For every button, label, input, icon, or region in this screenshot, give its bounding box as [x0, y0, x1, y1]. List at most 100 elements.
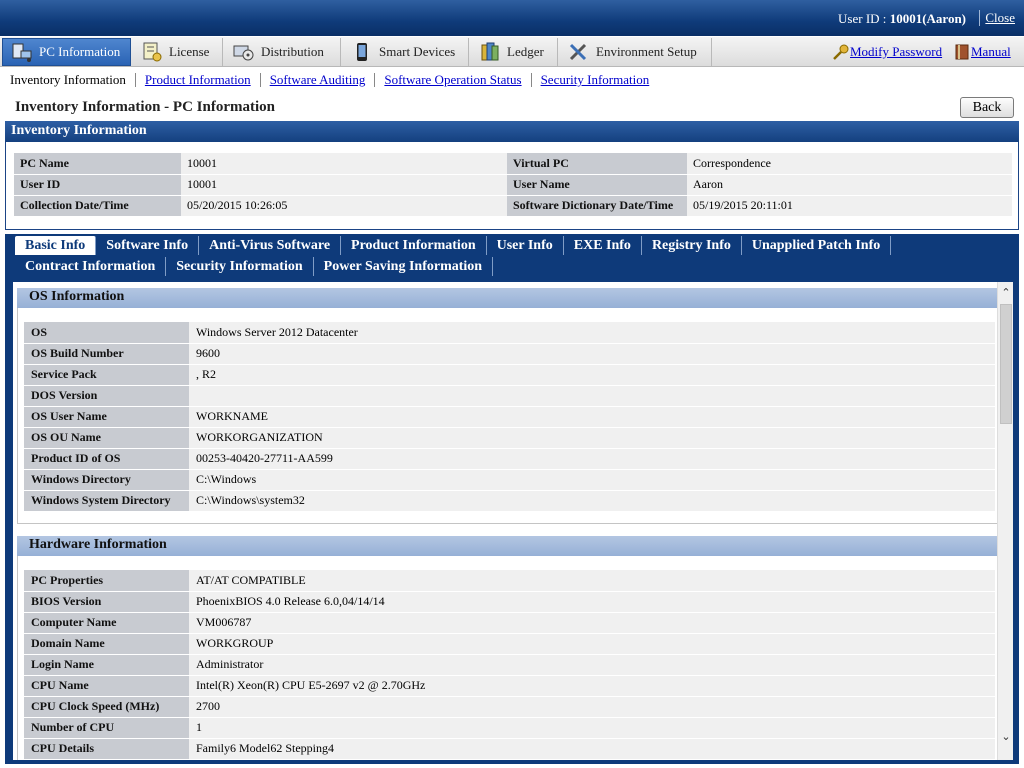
subnav-current: Inventory Information [10, 72, 126, 87]
inventory-table: PC Name 10001 Virtual PC Correspondence … [14, 153, 1012, 217]
hw-info-heading: Hardware Information [17, 536, 1000, 556]
field-value: VM006787 [189, 612, 995, 634]
field-value: Windows Server 2012 Datacenter [189, 322, 995, 344]
inventory-box: PC Name 10001 Virtual PC Correspondence … [5, 142, 1019, 230]
tab-power-saving-information[interactable]: Power Saving Information [314, 257, 494, 276]
vertical-scrollbar[interactable]: ⌃ ⌄ [997, 282, 1013, 760]
modify-password-link[interactable]: Modify Password [850, 44, 942, 60]
field-value: C:\Windows\system32 [189, 490, 995, 512]
table-row: Product ID of OS 00253-40420-27711-AA599 [24, 448, 995, 470]
table-row: Collection Date/Time 05/20/2015 10:26:05… [14, 195, 1012, 217]
tab-row: Basic Info Software Info Anti-Virus Soft… [15, 236, 892, 255]
table-row: OS Windows Server 2012 Datacenter [24, 322, 995, 344]
field-label: DOS Version [24, 385, 189, 407]
scroll-up-icon[interactable]: ⌃ [999, 286, 1013, 300]
table-row: DOS Version [24, 385, 995, 407]
field-label: OS User Name [24, 406, 189, 428]
divider [259, 73, 261, 87]
menu-tab-license[interactable]: License [133, 38, 223, 66]
menu-tab-smart-devices[interactable]: Smart Devices [343, 38, 469, 66]
tab-product-information[interactable]: Product Information [341, 236, 487, 255]
menu-tab-ledger[interactable]: Ledger [471, 38, 558, 66]
field-value: 10001 [181, 153, 507, 175]
field-label: PC Name [14, 153, 181, 175]
table-row: OS User Name WORKNAME [24, 406, 995, 428]
field-label: CPU Clock Speed (MHz) [24, 696, 189, 718]
field-value: 05/19/2015 20:11:01 [687, 195, 1012, 217]
menu-label: Ledger [507, 44, 544, 59]
field-value: Aaron [687, 174, 1012, 196]
manual-link[interactable]: Manual [971, 44, 1011, 60]
hw-info-panel: PC Properties AT/AT COMPATIBLE BIOS Versi… [17, 556, 1000, 760]
table-row: BIOS Version PhoenixBIOS 4.0 Release 6.0,… [24, 591, 995, 613]
field-label: User Name [507, 174, 687, 196]
field-value: Administrator [189, 654, 995, 676]
back-button[interactable]: Back [960, 97, 1014, 118]
field-label: Windows Directory [24, 469, 189, 491]
table-row: PC Name 10001 Virtual PC Correspondence [14, 153, 1012, 175]
field-label: Number of CPU [24, 717, 189, 739]
tools-icon [568, 42, 590, 62]
field-value: WORKGROUP [189, 633, 995, 655]
menu-tab-distribution[interactable]: Distribution [225, 38, 341, 66]
field-value: 05/20/2015 10:26:05 [181, 195, 507, 217]
subnav-security-information[interactable]: Security Information [541, 72, 650, 88]
menu-label: PC Information [39, 44, 121, 59]
menu-tab-pc-information[interactable]: PC Information [2, 38, 131, 66]
field-label: PC Properties [24, 570, 189, 592]
tab-registry-info[interactable]: Registry Info [642, 236, 742, 255]
field-value: 2700 [189, 696, 995, 718]
field-value: 9600 [189, 343, 995, 365]
field-label: Virtual PC [507, 153, 687, 175]
close-link[interactable]: Close [985, 10, 1015, 26]
tab-software-info[interactable]: Software Info [96, 236, 200, 255]
tab-unapplied-patch-info[interactable]: Unapplied Patch Info [742, 236, 892, 255]
pc-icon [11, 42, 33, 62]
field-label: User ID [14, 174, 181, 196]
book-icon [954, 44, 971, 60]
manual[interactable]: Manual [954, 44, 1011, 60]
user-id: User ID : 10001(Aaron) [838, 11, 966, 26]
table-row: CPU Name Intel(R) Xeon(R) CPU E5-2697 v2 … [24, 675, 995, 697]
table-row: CPU Details Family6 Model62 Stepping4 [24, 738, 995, 760]
field-label: OS [24, 322, 189, 344]
field-label: Collection Date/Time [14, 195, 181, 217]
distribution-icon [233, 42, 255, 62]
main-menu: PC Information License Distribution Smar… [0, 37, 1024, 67]
menu-label: License [169, 44, 210, 59]
field-label: Product ID of OS [24, 448, 189, 470]
inventory-heading: Inventory Information [5, 121, 1019, 142]
table-row: Windows Directory C:\Windows [24, 469, 995, 491]
field-value: WORKNAME [189, 406, 995, 428]
menu-tab-environment-setup[interactable]: Environment Setup [560, 38, 712, 66]
tab-content: OS Information OS Windows Server 2012 Dat… [13, 282, 1013, 760]
table-row: OS OU Name WORKORGANIZATION [24, 427, 995, 449]
tab-exe-info[interactable]: EXE Info [564, 236, 642, 255]
subnav-software-auditing[interactable]: Software Auditing [270, 72, 366, 88]
field-label: Login Name [24, 654, 189, 676]
field-value: PhoenixBIOS 4.0 Release 6.0,04/14/14 [189, 591, 995, 613]
tab-anti-virus-software[interactable]: Anti-Virus Software [199, 236, 342, 255]
menu-label: Environment Setup [596, 44, 697, 59]
key-icon [832, 44, 850, 60]
hw-info-table: PC Properties AT/AT COMPATIBLE BIOS Versi… [24, 570, 995, 760]
subnav-software-operation-status[interactable]: Software Operation Status [384, 72, 521, 88]
table-row: Login Name Administrator [24, 654, 995, 676]
scroll-thumb[interactable] [1000, 304, 1012, 424]
modify-password[interactable]: Modify Password [832, 44, 942, 60]
table-row: CPU Clock Speed (MHz) 2700 [24, 696, 995, 718]
detail-tab-area: Basic Info Software Info Anti-Virus Soft… [5, 234, 1019, 764]
top-bar: User ID : 10001(Aaron) Close [0, 0, 1024, 36]
menu-label: Distribution [261, 44, 324, 59]
scroll-down-icon[interactable]: ⌄ [999, 730, 1013, 744]
field-value: AT/AT COMPATIBLE [189, 570, 995, 592]
tab-security-information[interactable]: Security Information [166, 257, 314, 276]
tab-user-info[interactable]: User Info [487, 236, 564, 255]
divider [374, 73, 376, 87]
subnav-product-information[interactable]: Product Information [145, 72, 251, 88]
divider [134, 73, 136, 87]
field-value [189, 385, 995, 407]
tab-basic-info[interactable]: Basic Info [15, 236, 97, 255]
field-label: CPU Name [24, 675, 189, 697]
tab-contract-information[interactable]: Contract Information [15, 257, 167, 276]
